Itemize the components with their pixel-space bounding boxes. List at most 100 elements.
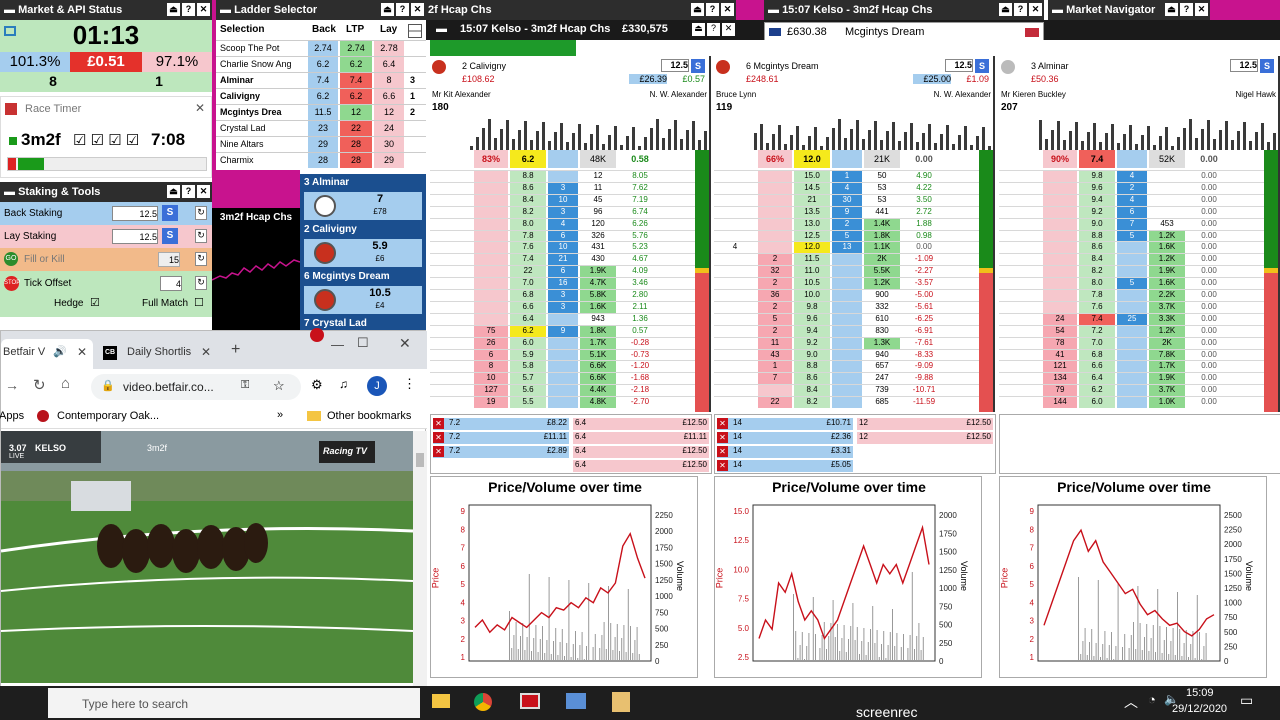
selector-back[interactable]: 6.2 bbox=[308, 89, 338, 104]
ladder-lay-volume[interactable] bbox=[474, 254, 508, 266]
ladder-back-volume[interactable] bbox=[1117, 337, 1147, 349]
ladder-back-volume[interactable]: 13 bbox=[832, 242, 862, 254]
ladder-lay-volume[interactable] bbox=[1043, 290, 1077, 301]
ladder-order-cell[interactable] bbox=[714, 278, 756, 289]
ladder-lay-volume[interactable]: 5 bbox=[758, 313, 792, 325]
ladder-back-volume[interactable]: 2 bbox=[832, 218, 862, 230]
lay-order-row[interactable]: 12 £12.50 bbox=[857, 432, 993, 444]
ladder-order-cell[interactable] bbox=[430, 183, 472, 194]
reload-icon[interactable]: ↻ bbox=[33, 376, 46, 394]
ladder-lay-volume[interactable]: 26 bbox=[474, 337, 508, 349]
ladder-order-cell[interactable] bbox=[999, 302, 1041, 313]
ladder-back-volume[interactable] bbox=[832, 337, 862, 349]
help-icon[interactable]: ? bbox=[182, 185, 195, 198]
ladder-lay-volume[interactable] bbox=[1043, 194, 1077, 206]
bookmark-contemporary-oak[interactable]: Contemporary Oak... bbox=[57, 410, 159, 422]
cancel-order-icon[interactable]: ✕ bbox=[433, 446, 444, 457]
ladder-back-volume[interactable]: 5 bbox=[1117, 278, 1147, 290]
ladder-order-cell[interactable] bbox=[430, 326, 472, 337]
selector-lay[interactable]: 6.4 bbox=[374, 57, 404, 72]
close-icon[interactable]: ✕ bbox=[195, 101, 205, 115]
wifi-icon[interactable]: ◔ bbox=[1148, 692, 1156, 707]
lay-order-row[interactable]: 6.4 £12.50 bbox=[573, 418, 709, 430]
tab-daily-shortlist[interactable]: CB Daily Shortlis ✕ bbox=[97, 339, 219, 369]
ladder-lay-volume[interactable]: 79 bbox=[1043, 385, 1077, 397]
ladder-lay-volume[interactable]: 127 bbox=[474, 385, 508, 397]
back-order-row[interactable]: ✕ 7.2 £2.89 bbox=[433, 446, 569, 458]
selector-back[interactable]: 28 bbox=[308, 153, 338, 168]
close-tab-icon[interactable]: ✕ bbox=[77, 345, 87, 359]
selector-row[interactable]: Mcgintys Drea 11.5 12 12 2 bbox=[216, 104, 426, 120]
cancel-order-icon[interactable]: ✕ bbox=[717, 432, 728, 443]
ladder-stake-input[interactable]: 12.5 bbox=[945, 59, 973, 72]
ladder-back-volume[interactable]: 21 bbox=[548, 254, 578, 266]
selector-back[interactable]: 11.5 bbox=[308, 105, 338, 120]
ladder-back-volume[interactable] bbox=[1117, 373, 1147, 385]
ladder-lay-volume[interactable] bbox=[1043, 278, 1077, 290]
ladder-order-cell[interactable] bbox=[430, 373, 472, 384]
ladder-back-volume[interactable]: 6 bbox=[1117, 206, 1147, 218]
ladder-order-cell[interactable] bbox=[714, 361, 756, 372]
ladder-lay-volume[interactable]: 2 bbox=[758, 301, 792, 313]
ladder-back-volume[interactable]: 4 bbox=[1117, 194, 1147, 206]
ladder-lay-volume[interactable] bbox=[758, 206, 792, 218]
close-icon[interactable]: ✕ bbox=[1195, 3, 1208, 16]
ladder-side-strip[interactable] bbox=[695, 150, 709, 412]
ladder-back-volume[interactable]: 2 bbox=[1117, 182, 1147, 194]
help-icon[interactable]: ? bbox=[1014, 3, 1027, 16]
ladder-order-cell[interactable] bbox=[999, 231, 1041, 242]
ladder-back-volume[interactable]: 4 bbox=[1117, 171, 1147, 182]
ladder-back-volume[interactable]: 5 bbox=[1117, 230, 1147, 242]
runner-card[interactable]: 2 Calivigny 5.9 £6 bbox=[300, 221, 426, 268]
selector-row[interactable]: Crystal Lad 23 22 24 bbox=[216, 120, 426, 136]
ladder-back-volume[interactable]: 25 bbox=[1117, 313, 1147, 325]
ladder-lay-volume[interactable] bbox=[758, 182, 792, 194]
ladder-back-volume[interactable] bbox=[1117, 349, 1147, 361]
ladder-order-cell[interactable] bbox=[714, 385, 756, 396]
selector-back[interactable]: 2.74 bbox=[308, 41, 338, 56]
ladder-order-cell[interactable] bbox=[999, 278, 1041, 289]
ladder-back-volume[interactable]: 9 bbox=[832, 206, 862, 218]
clock-date[interactable]: 29/12/2020 bbox=[1172, 703, 1227, 715]
close-icon[interactable]: ✕ bbox=[197, 3, 210, 16]
ladder-side-strip[interactable] bbox=[979, 150, 993, 412]
cancel-order-icon[interactable]: ✕ bbox=[717, 446, 728, 457]
ladder-lay-volume[interactable] bbox=[474, 301, 508, 313]
ladder-back-volume[interactable] bbox=[548, 397, 578, 409]
pin-icon[interactable]: ⏏ bbox=[1165, 3, 1178, 16]
ladder-s-button[interactable]: S bbox=[1260, 59, 1274, 73]
selector-row[interactable]: Nine Altars 29 28 30 bbox=[216, 136, 426, 152]
tab-betfair[interactable]: Betfair V 🔊 ✕ bbox=[1, 339, 93, 369]
ladder-back-volume[interactable]: 4 bbox=[832, 182, 862, 194]
ladder-lay-volume[interactable]: 22 bbox=[758, 397, 792, 409]
ladder-back-volume[interactable] bbox=[832, 385, 862, 397]
lay-order-row[interactable]: 6.4 £12.50 bbox=[573, 460, 709, 472]
ladder-lay-volume[interactable]: 144 bbox=[1043, 397, 1077, 409]
clock-time[interactable]: 15:09 bbox=[1186, 687, 1214, 699]
refresh-icon[interactable]: ↻ bbox=[195, 229, 207, 243]
ladder-order-cell[interactable] bbox=[430, 302, 472, 313]
ladder-order-cell[interactable] bbox=[999, 207, 1041, 218]
ladder-lay-volume[interactable]: 121 bbox=[1043, 361, 1077, 373]
selector-back[interactable]: 6.2 bbox=[308, 57, 338, 72]
help-icon[interactable]: ? bbox=[706, 3, 719, 16]
ladder-lay-volume[interactable]: 10 bbox=[474, 373, 508, 385]
back-order-row[interactable]: ✕ 14 £2.36 bbox=[717, 432, 853, 444]
ladder-lay-volume[interactable] bbox=[474, 182, 508, 194]
refresh-icon[interactable]: ↻ bbox=[195, 276, 207, 290]
ladder-order-cell[interactable] bbox=[714, 302, 756, 313]
ladder-order-cell[interactable] bbox=[430, 231, 472, 242]
ladder-back-volume[interactable] bbox=[548, 361, 578, 373]
url-field[interactable]: 🔒 video.betfair.co... ⚿ ☆ bbox=[91, 374, 301, 400]
fullmatch-checkbox[interactable]: ☐ bbox=[194, 296, 204, 309]
close-icon[interactable]: ✕ bbox=[411, 3, 424, 16]
ladder-stake-input[interactable]: 12.5 bbox=[661, 59, 689, 72]
grid-icon[interactable] bbox=[408, 24, 422, 38]
refresh-icon[interactable]: ↻ bbox=[195, 252, 207, 266]
ladder-lay-volume[interactable]: 78 bbox=[1043, 337, 1077, 349]
selector-lay[interactable]: 24 bbox=[374, 121, 404, 136]
home-icon[interactable]: ⌂ bbox=[61, 375, 70, 392]
ladder-back-volume[interactable] bbox=[832, 361, 862, 373]
ladder-lay-volume[interactable]: 32 bbox=[758, 266, 792, 278]
search-box[interactable]: Type here to search bbox=[48, 688, 420, 718]
